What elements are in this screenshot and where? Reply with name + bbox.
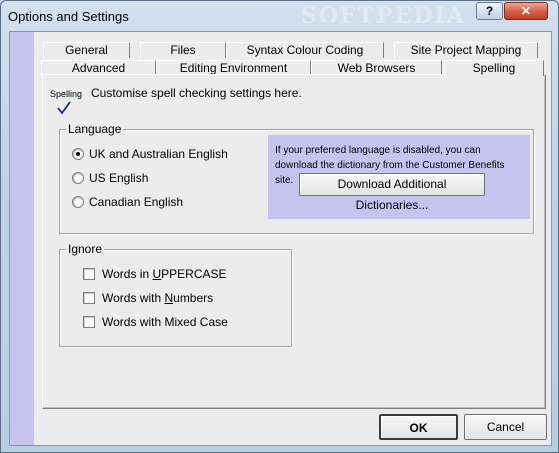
ok-button[interactable]: OK	[379, 414, 458, 440]
radio-button[interactable]	[72, 148, 84, 160]
checkbox-label: Words in UPPERCASE	[102, 267, 227, 281]
help-button[interactable]: ?	[476, 2, 503, 20]
tab-spelling[interactable]: Spelling	[444, 60, 544, 76]
ignore-group-label: Ignore	[66, 242, 105, 256]
ignore-group: Ignore Words in UPPERCASE Words with Num…	[59, 242, 292, 347]
checkbox-label: Words with Numbers	[102, 291, 214, 305]
title-bar: Options and Settings SOFTPEDIA ? ✕	[1, 1, 558, 31]
radio-label: US English	[89, 171, 149, 185]
checkbox-numbers[interactable]: Words with Numbers	[83, 290, 213, 306]
watermark: SOFTPEDIA	[301, 3, 466, 29]
window-title: Options and Settings	[8, 9, 129, 24]
checkmark-icon	[57, 101, 71, 115]
spelling-page: Spelling Customise spell checking settin…	[42, 74, 546, 409]
side-strip	[10, 32, 34, 445]
download-dictionaries-button[interactable]: Download Additional Dictionaries...	[299, 173, 485, 212]
radio-label: Canadian English	[89, 195, 184, 209]
language-group: Language UK and Australian English US En…	[59, 122, 534, 234]
close-button[interactable]: ✕	[504, 2, 548, 20]
radio-canadian-english[interactable]: Canadian English	[72, 194, 183, 210]
page-description: Customise spell checking settings here.	[91, 86, 302, 100]
checkbox-mixed-case[interactable]: Words with Mixed Case	[83, 314, 228, 330]
cancel-button[interactable]: Cancel	[464, 414, 547, 440]
checkbox-label: Words with Mixed Case	[102, 315, 228, 329]
radio-button[interactable]	[72, 172, 84, 184]
tab-syntax-colour-coding[interactable]: Syntax Colour Coding	[226, 42, 384, 58]
tab-general[interactable]: General	[43, 42, 130, 58]
radio-uk-english[interactable]: UK and Australian English	[72, 146, 228, 162]
tab-files[interactable]: Files	[140, 42, 226, 58]
spelling-page-body: Spelling Customise spell checking settin…	[43, 75, 545, 408]
dialog-client: General Files Syntax Colour Coding Site …	[9, 31, 552, 446]
language-group-label: Language	[66, 122, 124, 136]
radio-button[interactable]	[72, 196, 84, 208]
tabs-area: General Files Syntax Colour Coding Site …	[34, 32, 551, 445]
checkbox[interactable]	[83, 268, 95, 280]
info-panel: If your preferred language is disabled, …	[268, 135, 530, 219]
radio-us-english[interactable]: US English	[72, 170, 148, 186]
tab-site-project-mapping[interactable]: Site Project Mapping	[394, 42, 538, 58]
page-tag: Spelling	[50, 89, 83, 99]
options-dialog: Options and Settings SOFTPEDIA ? ✕ Gener…	[0, 0, 559, 453]
checkbox[interactable]	[83, 316, 95, 328]
checkbox[interactable]	[83, 292, 95, 304]
checkbox-uppercase[interactable]: Words in UPPERCASE	[83, 266, 227, 282]
radio-label: UK and Australian English	[89, 147, 228, 161]
